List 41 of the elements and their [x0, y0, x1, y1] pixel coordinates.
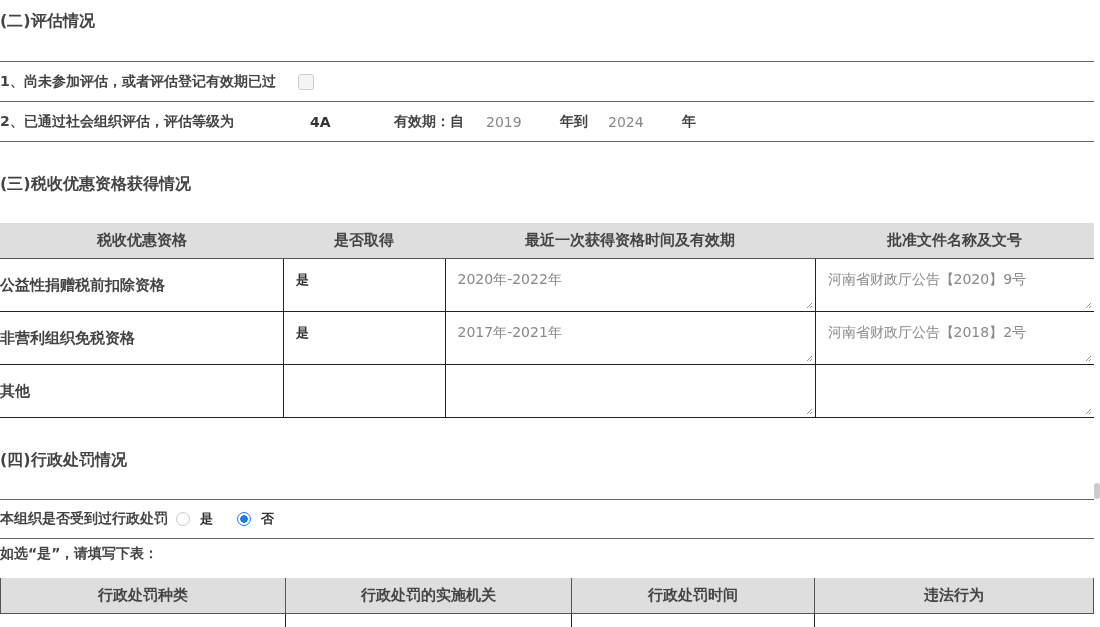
table-cell-text: 是 [295, 325, 309, 340]
grade-value: 4A [310, 113, 332, 130]
instruction-text: 如选“是”，请填写下表： [0, 544, 160, 563]
radio-label: 是 [200, 510, 213, 528]
column-header: 是否取得 [283, 223, 445, 259]
column-header: 批准文件名称及文号 [815, 223, 1094, 259]
option-label: 2、已通过社会组织评估，评估等级为 [0, 112, 235, 131]
table-cell: 非营利组织免税资格 [0, 311, 283, 365]
radio-button[interactable] [237, 512, 251, 526]
option-label: 1、尚未参加评估，或者评估登记有效期已过 [0, 72, 276, 91]
column-header: 违法行为 [814, 578, 1094, 614]
column-header: 税收优惠资格 [0, 223, 283, 259]
year-label: 年 [682, 112, 696, 131]
resize-grip-icon [1085, 302, 1092, 309]
radio-button[interactable] [176, 512, 190, 526]
scrollbar-thumb[interactable] [1094, 483, 1100, 499]
table-cell: 其他 [0, 364, 283, 418]
column-header: 行政处罚时间 [571, 578, 815, 614]
column-header: 行政处罚种类 [0, 578, 286, 614]
radio-label: 否 [261, 510, 274, 528]
table-cell: 公益性捐赠税前扣除资格 [0, 258, 283, 312]
table-cell-text: 是 [295, 272, 309, 287]
year-value: 2024 [608, 113, 645, 130]
resize-grip-icon [805, 302, 813, 309]
resize-grip-icon [805, 355, 813, 362]
question-label: 本组织是否受到过行政处罚 [0, 510, 168, 528]
year-label: 年到 [560, 112, 589, 131]
column-header: 行政处罚的实施机关 [285, 578, 572, 614]
text-area[interactable]: 2017年-2021年 [445, 311, 815, 365]
validity-label: 有效期：自 [394, 112, 465, 131]
resize-grip-icon [805, 408, 813, 415]
text-area[interactable]: 2020年-2022年 [445, 258, 815, 312]
resize-grip-icon [1085, 408, 1092, 415]
year-value: 2019 [486, 113, 523, 130]
checkbox[interactable] [297, 73, 314, 90]
column-header: 最近一次获得资格时间及有效期 [445, 223, 815, 259]
section-heading: (二)评估情况 [0, 10, 96, 32]
resize-grip-icon [1085, 355, 1092, 362]
section-heading: (四)行政处罚情况 [0, 449, 128, 471]
section-heading: (三)税收优惠资格获得情况 [0, 173, 192, 195]
text-area[interactable] [445, 364, 815, 418]
